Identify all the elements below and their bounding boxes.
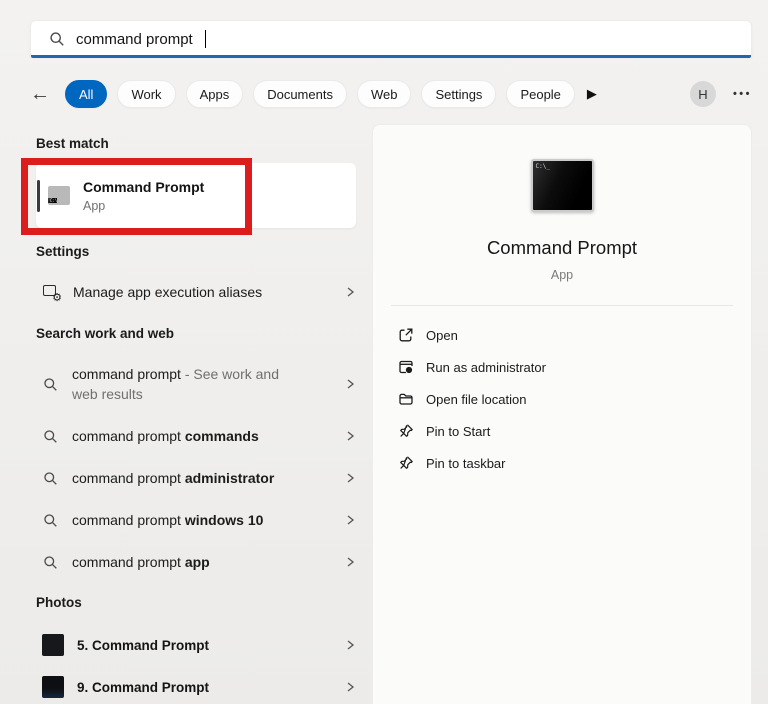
text-cursor <box>204 30 207 48</box>
pin-icon <box>397 455 414 472</box>
selection-indicator <box>37 179 40 212</box>
web-suggestion-see-results[interactable]: command prompt - See work and web result… <box>36 358 356 410</box>
best-match-text: Command Prompt App <box>83 179 204 213</box>
run-as-administrator-icon <box>397 359 414 376</box>
search-icon <box>42 512 59 529</box>
action-pin-to-start[interactable]: Pin to Start <box>373 415 751 447</box>
best-match-item[interactable]: C:\ Command Prompt App <box>36 163 356 228</box>
photo-item-5[interactable]: 5. Command Prompt <box>36 632 356 658</box>
action-label: Open file location <box>426 391 527 407</box>
chevron-right-icon <box>344 681 356 693</box>
best-match-subtitle: App <box>83 198 106 213</box>
action-open[interactable]: Open <box>373 319 751 351</box>
photos-header: Photos <box>36 595 82 610</box>
preview-panel: C:\_ Command Prompt App Open Run as admi… <box>372 124 752 704</box>
action-list: Open Run as administrator Open file loca… <box>373 319 751 479</box>
user-avatar[interactable]: H <box>689 81 716 107</box>
search-icon <box>42 428 59 445</box>
pin-icon <box>397 423 414 440</box>
tab-web[interactable]: Web <box>356 80 412 108</box>
suggestion-text: command prompt windows 10 <box>72 512 264 528</box>
web-suggestion-windows10[interactable]: command prompt windows 10 <box>36 506 356 534</box>
web-suggestion-commands[interactable]: command prompt commands <box>36 422 356 450</box>
suggestion-text: command prompt app <box>72 554 210 570</box>
divider <box>391 305 733 306</box>
search-icon <box>42 554 59 571</box>
settings-item-label: Manage app execution aliases <box>73 284 263 300</box>
photo-item-label: 9. Command Prompt <box>77 679 210 695</box>
tab-apps[interactable]: Apps <box>185 80 244 108</box>
action-label: Run as administrator <box>426 359 546 375</box>
chevron-right-icon <box>344 514 356 526</box>
best-match-title: Command Prompt <box>83 178 205 195</box>
settings-item-aliases[interactable]: ⚙ Manage app execution aliases <box>36 274 356 310</box>
suggestion-text: command prompt commands <box>72 428 259 444</box>
app-aliases-icon: ⚙ <box>42 283 62 304</box>
chevron-right-icon <box>344 378 356 390</box>
web-search-header: Search work and web <box>36 326 175 341</box>
tab-people[interactable]: People <box>506 80 575 108</box>
chevron-right-icon <box>344 286 356 298</box>
search-input[interactable]: command prompt <box>76 31 193 48</box>
back-arrow-icon[interactable]: ← <box>30 84 56 104</box>
filter-tabs-row: ← All Work Apps Documents Web Settings P… <box>30 79 752 109</box>
best-match-header: Best match <box>36 136 109 151</box>
search-icon <box>42 376 59 393</box>
photo-thumbnail <box>42 634 64 656</box>
search-focus-underline <box>31 55 751 58</box>
action-pin-to-taskbar[interactable]: Pin to taskbar <box>373 447 751 479</box>
search-bar[interactable]: command prompt <box>30 20 752 58</box>
tab-documents[interactable]: Documents <box>253 80 347 108</box>
action-label: Pin to Start <box>426 423 491 439</box>
folder-icon <box>397 391 414 408</box>
tab-work[interactable]: Work <box>117 80 176 108</box>
action-run-as-admin[interactable]: Run as administrator <box>373 351 751 383</box>
suggestion-text: command prompt - See work and web result… <box>72 366 279 402</box>
more-tabs-icon[interactable]: ▶ <box>587 86 597 102</box>
open-external-icon <box>397 327 414 344</box>
action-label: Open <box>426 327 458 343</box>
action-open-file-location[interactable]: Open file location <box>373 383 751 415</box>
tab-settings[interactable]: Settings <box>421 80 497 108</box>
chevron-right-icon <box>344 639 356 651</box>
command-prompt-icon-large: C:\_ <box>530 159 594 212</box>
web-suggestion-administrator[interactable]: command prompt administrator <box>36 464 356 492</box>
command-prompt-icon: C:\ <box>48 186 70 205</box>
photo-item-9[interactable]: 9. Command Prompt <box>36 674 356 700</box>
chevron-right-icon <box>344 556 356 568</box>
preview-title: Command Prompt <box>486 237 638 258</box>
search-icon <box>48 31 65 48</box>
preview-subtitle: App <box>550 268 574 282</box>
photo-item-label: 5. Command Prompt <box>77 637 210 653</box>
action-label: Pin to taskbar <box>426 455 506 471</box>
photo-thumbnail <box>42 676 64 698</box>
more-options-icon[interactable]: ••• <box>733 88 752 100</box>
web-suggestion-app[interactable]: command prompt app <box>36 548 356 576</box>
chevron-right-icon <box>344 430 356 442</box>
settings-header: Settings <box>36 244 90 259</box>
suggestion-text: command prompt administrator <box>72 470 275 486</box>
tab-all[interactable]: All <box>65 80 108 108</box>
chevron-right-icon <box>344 472 356 484</box>
search-icon <box>42 470 59 487</box>
